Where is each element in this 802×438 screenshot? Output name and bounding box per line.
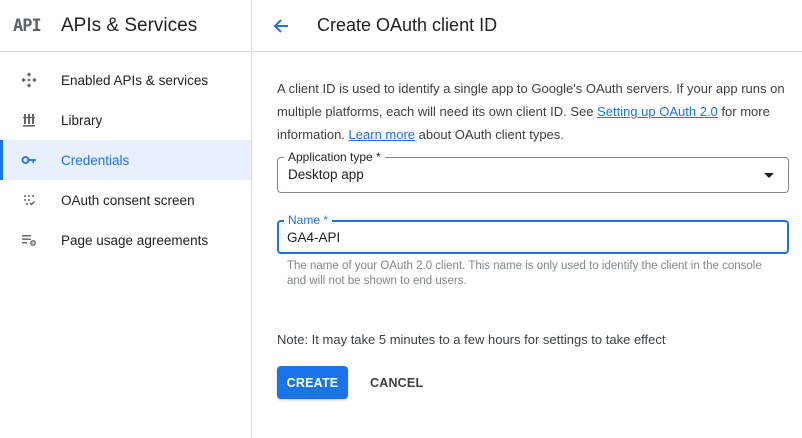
application-type-value: Desktop app: [288, 167, 364, 182]
main-header: Create OAuth client ID: [253, 0, 802, 52]
sidebar-item-credentials[interactable]: Credentials: [0, 140, 251, 180]
sidebar-header: API APIs & Services: [0, 0, 251, 52]
settings-note: Note: It may take 5 minutes to a few hou…: [277, 332, 666, 347]
sidebar: API APIs & Services Enabled APIs & servi…: [0, 0, 252, 438]
settings-list-icon: [21, 232, 37, 248]
form-content: A client ID is used to identify a single…: [253, 77, 802, 399]
intro-text-part-3: about OAuth client types.: [415, 127, 564, 142]
back-arrow-icon[interactable]: [269, 14, 293, 38]
sidebar-item-label: Library: [61, 112, 103, 128]
key-icon: [21, 152, 37, 168]
sidebar-nav: Enabled APIs & services Library Credenti…: [0, 52, 251, 260]
intro-text: A client ID is used to identify a single…: [277, 77, 787, 146]
cancel-button[interactable]: CANCEL: [370, 376, 423, 390]
library-icon: [21, 112, 37, 128]
main-panel: Create OAuth client ID A client ID is us…: [253, 0, 802, 438]
application-type-label: Application type *: [284, 150, 385, 164]
sidebar-item-label: OAuth consent screen: [61, 192, 195, 208]
setting-up-oauth-link[interactable]: Setting up OAuth 2.0: [597, 104, 718, 119]
name-hint: The name of your OAuth 2.0 client. This …: [287, 260, 762, 287]
form-actions: CREATE CANCEL: [277, 366, 790, 399]
dropdown-caret-icon: [764, 173, 774, 178]
sidebar-item-label: Page usage agreements: [61, 232, 209, 248]
application-type-select[interactable]: Application type * Desktop app: [277, 150, 789, 193]
page-title: Create OAuth client ID: [317, 15, 498, 35]
sidebar-item-page-usage[interactable]: Page usage agreements: [0, 220, 251, 260]
enabled-apis-icon: [21, 72, 37, 88]
sidebar-item-label: Enabled APIs & services: [61, 72, 209, 88]
name-input[interactable]: [279, 222, 787, 252]
sidebar-item-enabled-apis[interactable]: Enabled APIs & services: [0, 60, 251, 100]
oauth-consent-icon: [21, 192, 37, 208]
api-logo[interactable]: API: [13, 16, 45, 36]
create-button[interactable]: CREATE: [277, 366, 348, 399]
name-field: Name *: [277, 213, 789, 254]
sidebar-item-oauth-consent[interactable]: OAuth consent screen: [0, 180, 251, 220]
sidebar-title[interactable]: APIs & Services: [61, 15, 197, 37]
sidebar-item-library[interactable]: Library: [0, 100, 251, 140]
learn-more-link[interactable]: Learn more: [349, 127, 415, 142]
sidebar-item-label: Credentials: [61, 152, 130, 168]
